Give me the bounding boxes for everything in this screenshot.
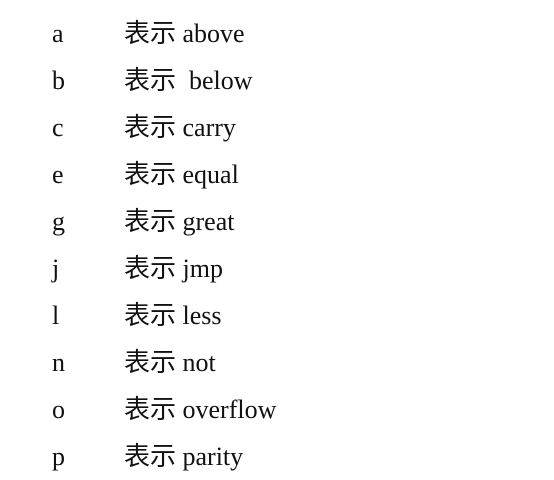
item-letter: b	[52, 65, 65, 95]
item-letter: p	[52, 441, 65, 471]
item-letter: l	[52, 300, 60, 330]
item-text: 表示 above	[124, 18, 245, 48]
document-page: a 表示 above b 表示 below c 表示 carry e 表示 eq…	[0, 0, 554, 480]
list-item: b 表示 below	[52, 57, 532, 104]
item-text: 表示 equal	[124, 159, 239, 189]
item-text: 表示 below	[124, 65, 253, 95]
item-letter: o	[52, 394, 65, 424]
item-text: 表示 parity	[124, 441, 244, 471]
list-item: n 表示 not	[52, 339, 532, 386]
item-text: 表示 less	[124, 300, 222, 330]
item-letter: c	[52, 112, 64, 142]
item-text: 表示 not	[124, 347, 216, 377]
item-letter: j	[52, 253, 60, 283]
item-letter: e	[52, 159, 64, 189]
list-item: g 表示 great	[52, 198, 532, 245]
list-item: a 表示 above	[52, 10, 532, 57]
item-letter: g	[52, 206, 65, 236]
item-letter: n	[52, 347, 65, 377]
item-letter: a	[52, 18, 64, 48]
list-item: c 表示 carry	[52, 104, 532, 151]
item-text: 表示 jmp	[124, 253, 223, 283]
list-item: l 表示 less	[52, 292, 532, 339]
item-text: 表示 carry	[124, 112, 236, 142]
definition-list: a 表示 above b 表示 below c 表示 carry e 表示 eq…	[52, 10, 532, 480]
list-item: p 表示 parity	[52, 433, 532, 480]
list-item: o 表示 overflow	[52, 386, 532, 433]
list-item: e 表示 equal	[52, 151, 532, 198]
item-text: 表示 great	[124, 206, 235, 236]
item-text: 表示 overflow	[124, 394, 277, 424]
list-item: j 表示 jmp	[52, 245, 532, 292]
